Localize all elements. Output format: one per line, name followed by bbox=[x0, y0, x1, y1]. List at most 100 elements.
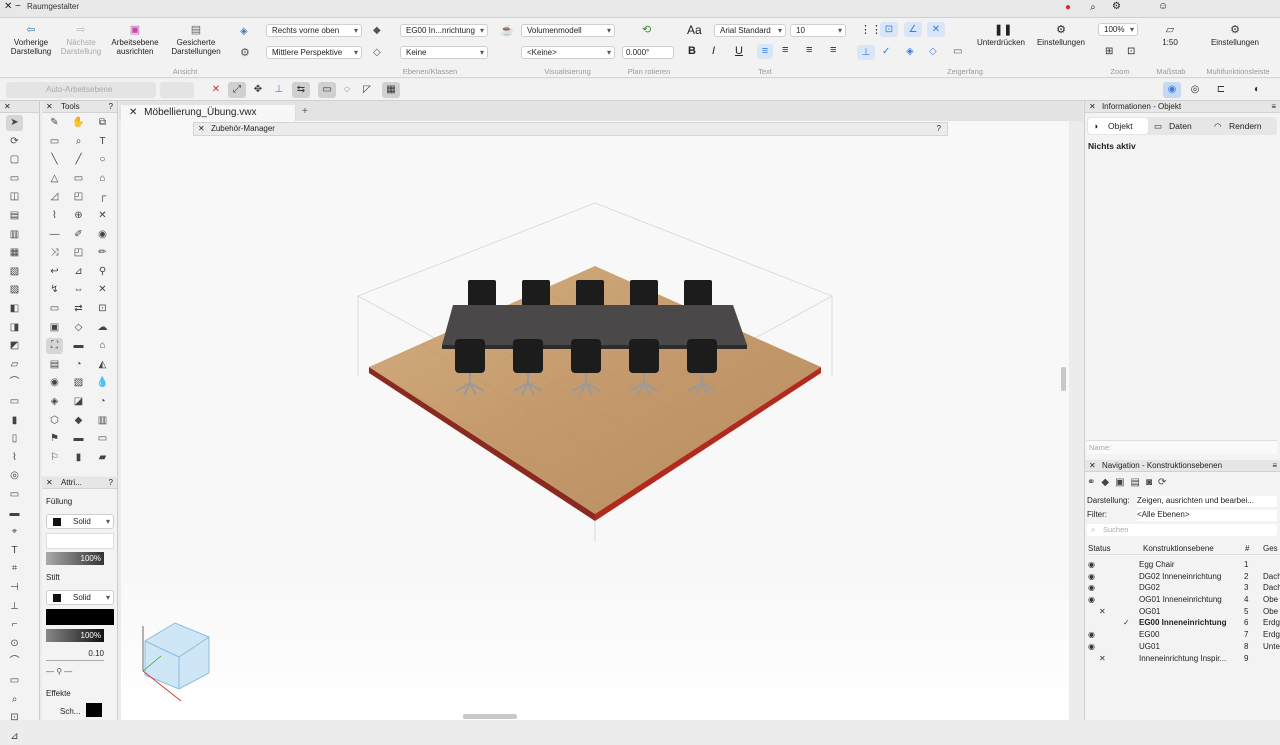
mode-push-icon[interactable]: ⇆ bbox=[292, 82, 310, 98]
view-options-icon[interactable]: ⊏ bbox=[1212, 82, 1230, 98]
mode-scale-icon[interactable]: ✕ bbox=[207, 82, 225, 98]
text-style-icon[interactable]: Aa bbox=[687, 23, 702, 37]
auto-workplane-toggle[interactable]: Auto-Arbeitsebene bbox=[6, 82, 156, 98]
snap-point-icon[interactable]: ◈ bbox=[906, 46, 914, 57]
visible-eye-icon[interactable]: ◉ bbox=[1088, 629, 1095, 641]
mode-lasso-icon[interactable]: ◌ bbox=[338, 82, 356, 98]
basic-tool-5-icon[interactable]: ◫ bbox=[6, 189, 23, 205]
gear-icon[interactable]: ⚙ bbox=[1112, 1, 1121, 12]
mode-rect-icon[interactable]: ▭ bbox=[318, 82, 336, 98]
tab-rendern[interactable]: ◠ Rendern bbox=[1209, 118, 1275, 134]
basic-tool-21-icon[interactable]: ▭ bbox=[6, 487, 23, 503]
basic-tool-26-icon[interactable]: ⊣ bbox=[6, 580, 23, 596]
basic-tool-16-icon[interactable]: ▭ bbox=[6, 394, 23, 410]
rotate-plan-icon[interactable]: ⟲ bbox=[642, 23, 651, 36]
help-icon[interactable]: ? bbox=[937, 123, 947, 135]
table-row[interactable]: ◉ DG02 Inneneinrichtung 2 Dach bbox=[1087, 571, 1280, 583]
basic-tool-17-icon[interactable]: ▮ bbox=[6, 413, 23, 429]
tool-17-icon[interactable]: ⊕ bbox=[70, 208, 87, 224]
table-row[interactable]: ◉ UG01 8 Unte bbox=[1087, 641, 1280, 653]
vertical-scrollbar[interactable] bbox=[1061, 367, 1066, 391]
basic-tool-11-icon[interactable]: ◧ bbox=[6, 301, 23, 317]
column-status[interactable]: Status bbox=[1088, 544, 1111, 553]
active-check-icon[interactable]: ✓ bbox=[1123, 617, 1130, 629]
add-tab-icon[interactable]: + bbox=[302, 106, 308, 117]
menu-icon[interactable]: ≡ bbox=[1271, 101, 1280, 113]
tool-14-icon[interactable]: ◰ bbox=[70, 189, 87, 205]
tool-45-icon[interactable]: 💧 bbox=[94, 375, 111, 391]
pen-style-select[interactable]: Solid bbox=[46, 590, 114, 605]
basic-tool-7-icon[interactable]: ▥ bbox=[6, 227, 23, 243]
tool-42-icon[interactable]: ◭ bbox=[94, 357, 111, 373]
tool-20-icon[interactable]: ✐ bbox=[70, 227, 87, 243]
tool-25-icon[interactable]: ↩ bbox=[46, 264, 63, 280]
mode-axis-icon[interactable]: ⊥ bbox=[270, 82, 288, 98]
tool-46-icon[interactable]: ◈ bbox=[46, 394, 63, 410]
close-icon[interactable]: ✕ bbox=[0, 102, 11, 111]
tool-56-icon[interactable]: ▮ bbox=[70, 450, 87, 466]
basic-tool-3-icon[interactable]: ▢ bbox=[6, 152, 23, 168]
font-size-select[interactable]: 10 bbox=[790, 24, 846, 37]
basic-tool-19-icon[interactable]: ⌇ bbox=[6, 450, 23, 466]
tool-22-icon[interactable]: ⤨ bbox=[46, 245, 63, 261]
mode-polygon-icon[interactable]: ◸ bbox=[358, 82, 376, 98]
snap-surface-icon[interactable]: ◇ bbox=[929, 46, 937, 57]
tool-2-icon[interactable]: ✋ bbox=[70, 115, 87, 131]
basic-tool-14-icon[interactable]: ▱ bbox=[6, 357, 23, 373]
table-row[interactable]: ✕ Inneneinrichtung Inspir... 9 bbox=[1087, 653, 1280, 665]
fill-style-select[interactable]: Solid bbox=[46, 514, 114, 529]
close-icon[interactable]: ✕ bbox=[198, 124, 205, 133]
tool-26-icon[interactable]: ⊿ bbox=[70, 264, 87, 280]
mode-rotate-icon[interactable]: ✥ bbox=[249, 82, 267, 98]
tool-51-icon[interactable]: ▥ bbox=[94, 413, 111, 429]
tool-49-icon[interactable]: ⬡ bbox=[46, 413, 63, 429]
tool-27-icon[interactable]: ⚲ bbox=[94, 264, 111, 280]
tool-10-icon[interactable]: △ bbox=[46, 171, 63, 187]
close-icon[interactable]: ✕ bbox=[42, 478, 53, 487]
scale-button[interactable]: ▱ 1:50 bbox=[1152, 24, 1188, 47]
arrowheads-select[interactable]: — ⚲ — bbox=[46, 667, 114, 680]
basic-tool-34-icon[interactable]: ⊿ bbox=[6, 729, 23, 745]
user-icon[interactable]: ☺ bbox=[1158, 1, 1168, 12]
visible-eye-icon[interactable]: ◉ bbox=[1088, 641, 1095, 653]
tool-44-icon[interactable]: ▧ bbox=[70, 375, 87, 391]
close-icon[interactable]: ✕ bbox=[1089, 102, 1096, 111]
tool-38-icon[interactable]: ▬ bbox=[70, 338, 87, 354]
menu-icon[interactable]: ≡ bbox=[1272, 460, 1280, 472]
basic-tool-28-icon[interactable]: ⌐ bbox=[6, 617, 23, 633]
justify-icon[interactable]: ≡ bbox=[830, 44, 836, 56]
tool-12-icon[interactable]: ⌂ bbox=[94, 171, 111, 187]
align-right-icon[interactable]: ≡ bbox=[806, 44, 812, 56]
align-workplane-button[interactable]: ▣ Arbeitsebene ausrichten bbox=[106, 24, 164, 56]
basic-tool-22-icon[interactable]: ▬ bbox=[6, 506, 23, 522]
snap-distance-icon[interactable]: ⊥ bbox=[857, 45, 875, 60]
align-left-icon[interactable]: ≡ bbox=[757, 44, 773, 59]
italic-button[interactable]: I bbox=[712, 45, 715, 57]
visible-eye-icon[interactable]: ◉ bbox=[1088, 594, 1095, 606]
effect-color-swatch[interactable] bbox=[86, 703, 102, 717]
shadow-effect[interactable]: Sch... bbox=[60, 707, 80, 716]
basic-tool-15-icon[interactable]: ⌒ bbox=[6, 375, 23, 391]
notification-icon[interactable]: ● bbox=[1065, 2, 1071, 13]
nav-tab-refs-icon[interactable]: ◙ bbox=[1146, 477, 1158, 488]
saved-views-button[interactable]: ▤ Gesicherte Darstellungen bbox=[166, 24, 226, 56]
nav-tab-layers-icon[interactable]: ◆ bbox=[1101, 477, 1115, 488]
search-icon[interactable]: ⌕ bbox=[1090, 2, 1096, 13]
bold-button[interactable]: B bbox=[688, 45, 696, 57]
tool-32-icon[interactable]: ⇄ bbox=[70, 301, 87, 317]
render-options-icon[interactable]: ◐ bbox=[1248, 82, 1266, 98]
class-select[interactable]: Keine bbox=[400, 46, 488, 59]
tool-13-icon[interactable]: ◿ bbox=[46, 189, 63, 205]
layer-select[interactable]: EG00 In...nrichtung bbox=[400, 24, 488, 37]
tool-34-icon[interactable]: ▣ bbox=[46, 320, 63, 336]
close-icon[interactable]: ✕ bbox=[129, 107, 137, 118]
tool-36-icon[interactable]: ☁ bbox=[94, 320, 111, 336]
basic-tool-12-icon[interactable]: ◨ bbox=[6, 320, 23, 336]
tool-9-icon[interactable]: ○ bbox=[94, 152, 111, 168]
snap-settings-button[interactable]: ⚙ Einstellungen bbox=[1030, 24, 1092, 47]
basic-tool-18-icon[interactable]: ▯ bbox=[6, 431, 23, 447]
snap-grid-icon[interactable]: ⋮⋮ bbox=[860, 23, 882, 36]
visible-eye-icon[interactable]: ◉ bbox=[1088, 582, 1095, 594]
tool-48-icon[interactable]: ◔ bbox=[94, 394, 111, 410]
table-row[interactable]: ◉ OG01 Inneneinrichtung 4 Obe bbox=[1087, 594, 1280, 606]
